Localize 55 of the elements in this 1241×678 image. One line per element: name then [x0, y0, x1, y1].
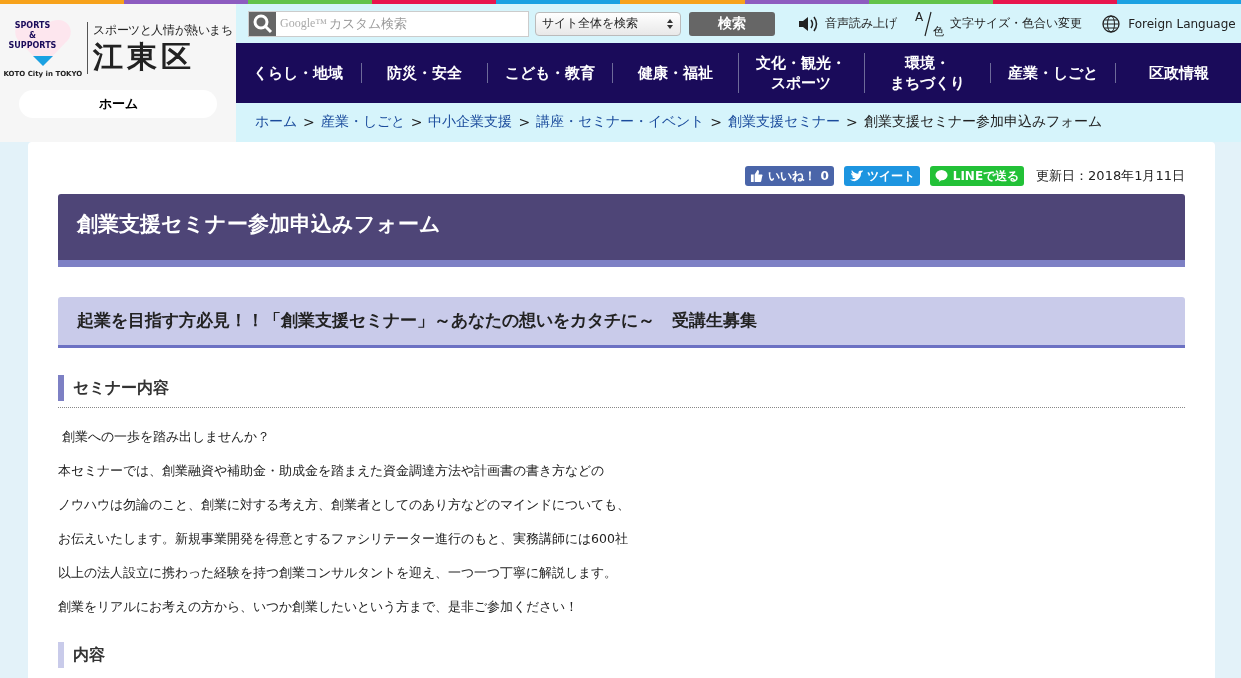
- tool-label: 文字サイズ・色合い変更: [950, 15, 1083, 32]
- paragraph: 創業をリアルにお考えの方から、いつか創業したいという方まで、是非ご参加ください！: [58, 598, 579, 616]
- nav-link[interactable]: 防災・安全: [360, 63, 487, 83]
- nav-link[interactable]: 文化・観光・ スポーツ: [738, 53, 864, 93]
- breadcrumb-link[interactable]: 中小企業支援: [428, 112, 513, 131]
- logo-text: &: [28, 31, 36, 41]
- breadcrumb-separator: >: [845, 113, 858, 130]
- like-button[interactable]: いいね！ 0: [745, 166, 834, 186]
- globe-icon: [1100, 13, 1123, 34]
- heading-marker: [58, 375, 64, 401]
- home-button[interactable]: ホーム: [19, 90, 217, 118]
- paragraph: 以上の法人設立に携わった経験を持つ創業コンサルタントを迎え、一つ一つ丁寧に解説します。: [58, 564, 618, 582]
- toolbar-link[interactable]: 音声読み上げ: [797, 10, 897, 37]
- nav-link[interactable]: 健康・福祉: [612, 63, 738, 83]
- breadcrumb-link[interactable]: 講座・セミナー・イベント: [536, 112, 705, 131]
- breadcrumb-separator: >: [303, 113, 315, 130]
- tagline: スポーツと人情が熱いまち: [93, 21, 233, 39]
- search-icon: [252, 13, 273, 34]
- paragraph: 本セミナーでは、創業融資や補助金・助成金を踏まえた資金調達方法や計画書の書き方などの: [58, 462, 605, 480]
- nav-link[interactable]: くらし・地域: [236, 63, 361, 83]
- scope-select[interactable]: サイト全体を検索: [535, 11, 681, 36]
- breadcrumb-separator: >: [518, 113, 531, 130]
- thumbs-up-icon: [750, 169, 765, 183]
- logo-text: SPORTS: [14, 21, 51, 31]
- search-placeholder: カスタム検索: [329, 14, 408, 33]
- section-title: セミナー内容: [73, 377, 169, 399]
- section-title: 内容: [73, 644, 105, 666]
- nav-link[interactable]: 産業・しごと: [989, 63, 1116, 83]
- paragraph: お伝えいたします。新規事業開発を得意とするファシリテーター進行のもと、実務講師には600社: [58, 530, 629, 548]
- tool-label: 音声読み上げ: [825, 15, 897, 32]
- breadcrumb-link[interactable]: 産業・しごと: [320, 112, 405, 131]
- nav-link[interactable]: 区政情報: [1115, 63, 1241, 83]
- tool-label: Foreign Language: [1128, 16, 1236, 31]
- nav-link[interactable]: 環境・ まちづくり: [863, 53, 990, 93]
- paragraph: 創業への一歩を踏み出しませんか？: [60, 428, 271, 446]
- logo-text: SUPPORTS: [8, 41, 57, 51]
- update-date: 更新日：2018年1月11日: [1036, 167, 1185, 185]
- breadcrumb-separator: >: [710, 113, 722, 130]
- paragraph: ノウハウは勿論のこと、創業に対する考え方、創業者としてのあり方などのマインドについても、: [58, 496, 631, 514]
- toolbar-link[interactable]: A 色 文字サイズ・色合い変更: [915, 10, 1083, 37]
- page-title: 創業支援セミナー参加申込みフォーム: [58, 194, 1185, 267]
- breadcrumb-link[interactable]: ホーム: [255, 112, 297, 131]
- search-brand: Google™: [280, 16, 328, 31]
- heading-marker: [58, 642, 64, 668]
- chat-bubble-icon: [934, 169, 949, 183]
- subtitle-heading: 起業を目指す方必見！！「創業支援セミナー」～あなたの想いをカタチに～ 受講生募集: [58, 297, 1185, 348]
- search-button[interactable]: 検索: [689, 11, 775, 36]
- nav-link[interactable]: こども・教育: [486, 63, 613, 83]
- updown-icon: [666, 17, 674, 30]
- breadcrumb-link[interactable]: 創業支援セミナー: [727, 112, 840, 131]
- breadcrumb-separator: >: [410, 113, 423, 130]
- toolbar-link[interactable]: Foreign Language: [1100, 10, 1236, 37]
- bird-icon: [848, 169, 863, 183]
- breadcrumb-current: 創業支援セミナー参加申込みフォーム: [863, 112, 1102, 131]
- city-name: 江東区: [93, 38, 197, 75]
